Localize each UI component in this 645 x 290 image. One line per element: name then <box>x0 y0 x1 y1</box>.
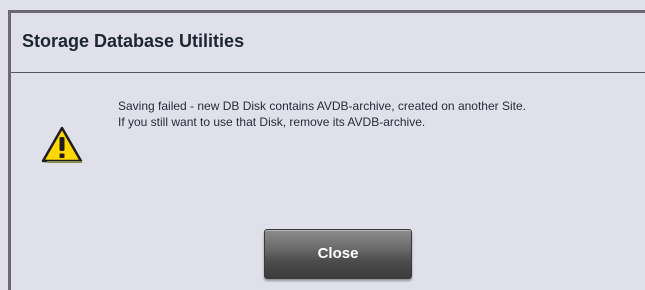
dialog-frame-top <box>8 10 645 13</box>
message-line-2: If you still want to use that Disk, remo… <box>118 115 426 129</box>
error-message: Saving failed - new DB Disk contains AVD… <box>118 98 526 130</box>
dialog-frame-left <box>8 10 11 290</box>
warning-icon <box>41 126 83 163</box>
title-divider <box>11 72 645 73</box>
dialog-title: Storage Database Utilities <box>22 31 245 51</box>
error-dialog: Storage Database Utilities Saving failed… <box>0 0 645 290</box>
message-line-1: Saving failed - new DB Disk contains AVD… <box>118 99 526 113</box>
close-button[interactable]: Close <box>264 229 412 279</box>
